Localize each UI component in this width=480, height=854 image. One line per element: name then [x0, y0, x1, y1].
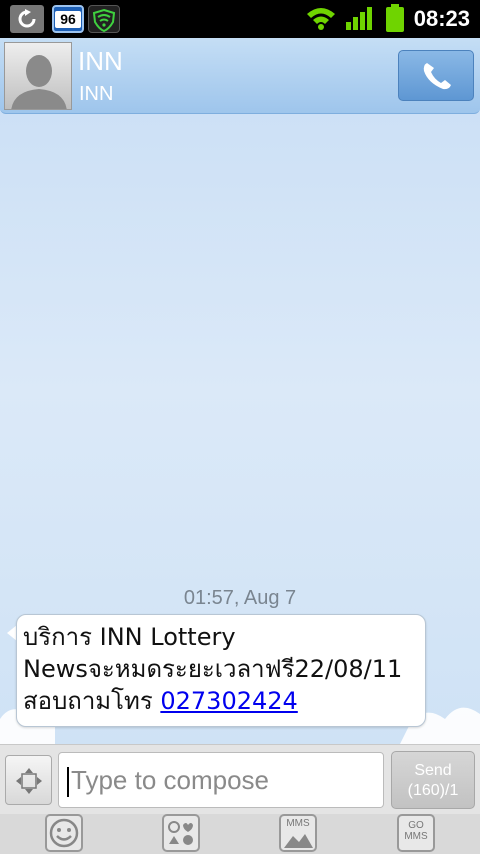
- message-line-2: Newsจะหมดระยะเวลาฟรี22/08/11: [23, 655, 403, 683]
- emoji-button[interactable]: [45, 814, 83, 852]
- send-char-count: (160)/1: [407, 782, 459, 799]
- shield-icon: [88, 5, 120, 33]
- message-input-placeholder: Type to compose: [71, 765, 269, 795]
- gomms-label-top: GO: [408, 820, 424, 831]
- message-bubble[interactable]: บริการ INN Lottery Newsจะหมดระยะเวลาฟรี2…: [16, 614, 426, 727]
- gomms-button[interactable]: GO MMS: [397, 814, 435, 852]
- message-line-1: บริการ INN Lottery: [23, 623, 236, 651]
- contact-name: INN: [78, 46, 123, 76]
- phone-icon: [423, 63, 451, 90]
- status-bar: 96 08:23: [0, 0, 480, 38]
- gomms-label-bottom: MMS: [404, 831, 428, 842]
- stickers-button[interactable]: [162, 814, 200, 852]
- text-caret: [67, 767, 69, 798]
- sync-icon: [10, 5, 44, 33]
- notification-badge-count: 96: [55, 11, 81, 28]
- compose-bar: Type to compose Send (160)/1: [0, 744, 480, 814]
- stickers-icon: [168, 821, 193, 845]
- person-silhouette-icon: [11, 55, 67, 109]
- call-button[interactable]: [398, 50, 474, 101]
- battery-icon: [385, 4, 409, 32]
- notification-badge-icon: 96: [52, 5, 84, 33]
- wifi-icon: [305, 6, 337, 34]
- message-timestamp: 01:57, Aug 7: [183, 587, 297, 609]
- message-input[interactable]: Type to compose: [58, 752, 384, 808]
- signal-icon: [345, 6, 373, 34]
- conversation-view[interactable]: INN INN 01:57, Aug 7 บริการ INN Lottery …: [0, 38, 480, 744]
- status-time: 08:23: [413, 6, 470, 31]
- picture-icon: [284, 834, 313, 848]
- contact-avatar[interactable]: [4, 42, 72, 110]
- send-button[interactable]: Send (160)/1: [391, 751, 475, 809]
- send-label: Send: [414, 762, 452, 779]
- phone-number-link[interactable]: 027302424: [160, 687, 297, 715]
- message-text: บริการ INN Lottery Newsจะหมดระยะเวลาฟรี2…: [23, 621, 419, 717]
- message-line-3-prefix: สอบถามโทร: [23, 687, 161, 715]
- attachment-toolbar: MMS GO MMS: [0, 814, 480, 854]
- smiley-icon: [49, 818, 79, 848]
- mms-button[interactable]: MMS: [279, 814, 317, 852]
- expand-button[interactable]: [5, 755, 52, 805]
- expand-arrows-icon: [16, 768, 42, 794]
- contact-header: INN INN: [0, 38, 480, 114]
- contact-number: INN: [79, 83, 114, 105]
